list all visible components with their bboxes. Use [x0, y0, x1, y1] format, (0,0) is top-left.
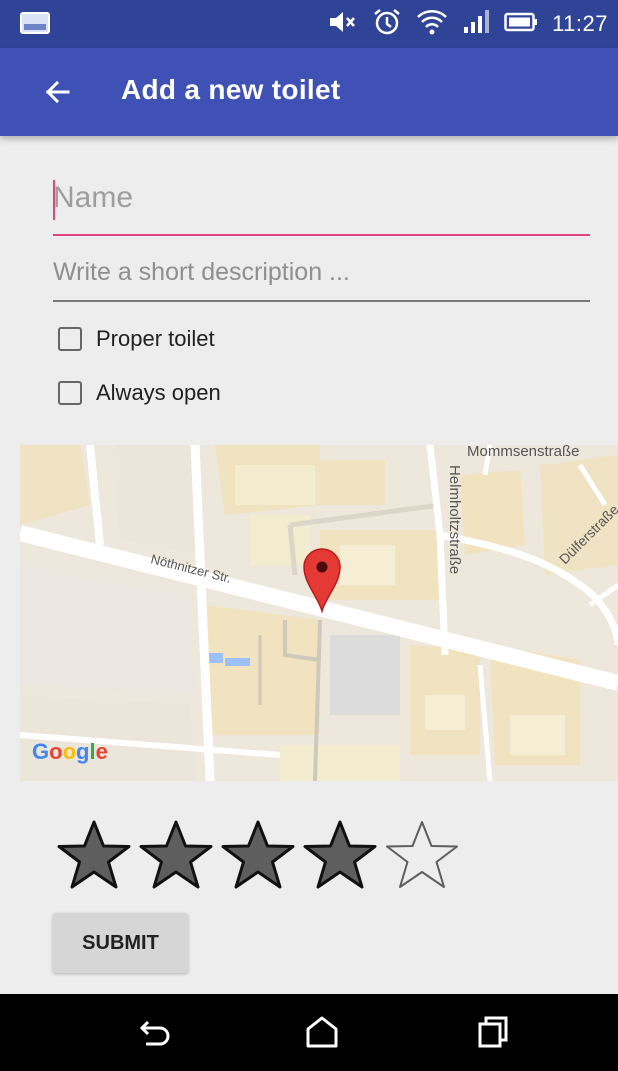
- notification-icon: [20, 12, 50, 34]
- text-cursor: [53, 180, 55, 220]
- name-field-container: [53, 172, 590, 236]
- map-view[interactable]: Mommsenstraße Helmholtzstraße Dülferstra…: [20, 445, 618, 781]
- always-open-checkbox[interactable]: [58, 381, 82, 405]
- navigation-bar: [0, 994, 618, 1071]
- map-canvas: Mommsenstraße Helmholtzstraße Dülferstra…: [20, 445, 618, 781]
- description-field-container: [53, 250, 590, 302]
- google-logo: Google: [32, 739, 108, 764]
- alarm-icon: [372, 7, 402, 42]
- description-input[interactable]: [53, 250, 590, 294]
- nav-recents-button[interactable]: [472, 1012, 516, 1052]
- back-icon: [139, 1020, 170, 1046]
- status-time: 11:27: [552, 11, 608, 36]
- always-open-row[interactable]: Always open: [58, 380, 221, 406]
- recents-icon: [478, 1016, 508, 1048]
- star-empty-icon[interactable]: [383, 818, 461, 890]
- nav-back-button[interactable]: [134, 1012, 178, 1052]
- proper-toilet-row[interactable]: Proper toilet: [58, 326, 215, 352]
- signal-icon: [462, 9, 490, 40]
- street-label-mommsenstrasse: Mommsenstraße: [467, 445, 580, 460]
- street-label-helmholtzstrasse: Helmholtzstraße: [446, 465, 463, 574]
- name-input[interactable]: [53, 172, 590, 224]
- star-filled-icon[interactable]: [55, 818, 133, 890]
- page-title: Add a new toilet: [121, 74, 341, 105]
- arrow-back-icon: [45, 80, 70, 104]
- submit-button[interactable]: SUBMIT: [53, 913, 188, 973]
- star-filled-icon[interactable]: [301, 818, 379, 890]
- star-filled-icon[interactable]: [137, 818, 215, 890]
- rating-bar[interactable]: [55, 818, 461, 890]
- battery-icon: [504, 12, 538, 37]
- always-open-label: Always open: [96, 380, 221, 405]
- status-icons: 11:27: [328, 6, 608, 42]
- mute-icon: [328, 9, 358, 40]
- proper-toilet-checkbox[interactable]: [58, 327, 82, 351]
- home-icon: [306, 1016, 338, 1048]
- nav-home-button[interactable]: [300, 1012, 344, 1052]
- wifi-icon: [416, 7, 448, 42]
- star-filled-icon[interactable]: [219, 818, 297, 890]
- back-button[interactable]: [40, 70, 88, 114]
- status-bar: 11:27: [0, 0, 618, 48]
- app-bar: Add a new toilet: [0, 48, 618, 136]
- proper-toilet-label: Proper toilet: [96, 326, 215, 351]
